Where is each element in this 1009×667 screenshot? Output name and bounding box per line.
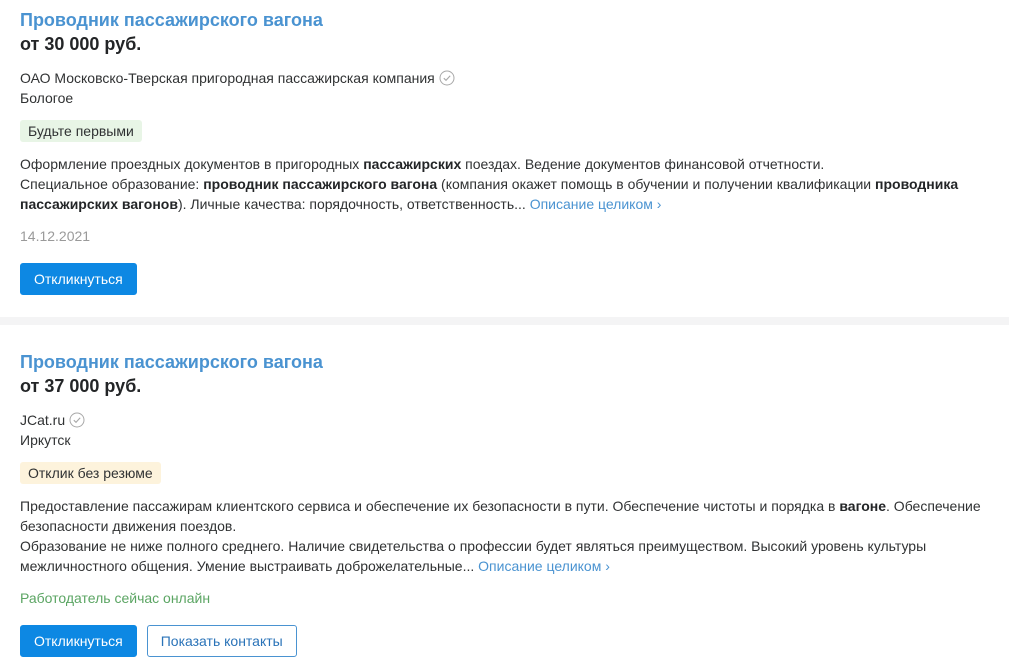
respond-button[interactable]: Откликнуться — [20, 263, 137, 295]
vacancy-city: Бологое — [20, 90, 74, 106]
vacancy-title-link[interactable]: Проводник пассажирского вагона — [20, 9, 989, 31]
vacancy-card: Проводник пассажирского вагона от 37 000… — [0, 325, 1009, 667]
vacancy-salary: от 30 000 руб. — [20, 34, 142, 54]
vacancy-city: Иркутск — [20, 432, 71, 448]
vacancy-salary: от 37 000 руб. — [20, 376, 142, 396]
full-description-link[interactable]: Описание целиком › — [478, 558, 610, 574]
respond-button[interactable]: Откликнуться — [20, 625, 137, 657]
vacancy-card: Проводник пассажирского вагона от 30 000… — [0, 0, 1009, 317]
show-contacts-button[interactable]: Показать контакты — [146, 625, 297, 657]
company-row: JCat.ru — [20, 410, 989, 430]
no-resume-badge: Отклик без резюме — [20, 462, 161, 484]
verified-check-icon — [69, 412, 85, 428]
vacancy-actions: Откликнуться Показать контакты — [20, 625, 989, 657]
vacancy-description: Предоставление пассажирам клиентского се… — [20, 498, 981, 574]
vacancy-date: 14.12.2021 — [20, 228, 91, 244]
verified-check-icon — [439, 70, 455, 86]
company-row: ОАО Московско-Тверская пригородная пасса… — [20, 68, 989, 88]
full-description-link[interactable]: Описание целиком › — [530, 196, 662, 212]
vacancy-actions: Откликнуться — [20, 263, 989, 295]
company-name-link[interactable]: JCat.ru — [20, 410, 65, 430]
employer-online-status: Работодатель сейчас онлайн — [20, 590, 211, 606]
be-first-badge: Будьте первыми — [20, 120, 142, 142]
company-name-link[interactable]: ОАО Московско-Тверская пригородная пасса… — [20, 68, 435, 88]
vacancy-description: Оформление проездных документов в пригор… — [20, 156, 959, 212]
vacancy-title-link[interactable]: Проводник пассажирского вагона — [20, 351, 989, 373]
